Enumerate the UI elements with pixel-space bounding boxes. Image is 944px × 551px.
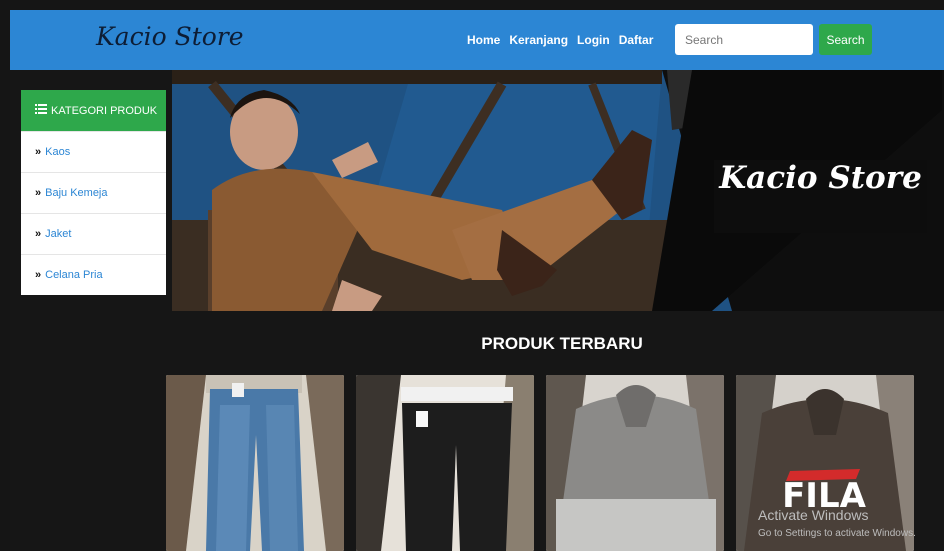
- list-icon: [35, 104, 47, 117]
- product-image-pants: [356, 375, 534, 551]
- navbar: Kacio Store Home Keranjang Login Daftar …: [10, 10, 944, 70]
- nav-keranjang[interactable]: Keranjang: [509, 33, 568, 47]
- product-card-fila-hoodie[interactable]: FILA: [736, 375, 914, 551]
- category-sidebar: KATEGORI PRODUK » Kaos » Baju Kemeja » J…: [21, 90, 166, 295]
- double-chevron-right-icon: »: [35, 187, 42, 199]
- product-image-fila-hoodie: FILA: [736, 375, 914, 551]
- product-card-jeans[interactable]: [166, 375, 344, 551]
- category-title: KATEGORI PRODUK: [51, 104, 158, 117]
- double-chevron-right-icon: »: [35, 228, 42, 240]
- search-input[interactable]: [675, 24, 813, 55]
- nav-menu: Home Keranjang Login Daftar: [467, 33, 653, 47]
- double-chevron-right-icon: »: [35, 146, 42, 158]
- nav-login[interactable]: Login: [577, 33, 610, 47]
- double-chevron-right-icon: »: [35, 269, 42, 281]
- category-label: Celana Pria: [45, 269, 103, 281]
- category-item-kaos[interactable]: » Kaos: [21, 131, 166, 172]
- nav-daftar[interactable]: Daftar: [619, 33, 654, 47]
- activate-windows-title: Activate Windows: [758, 507, 869, 523]
- section-title: PRODUK TERBARU: [481, 334, 643, 353]
- activate-windows-subtitle: Go to Settings to activate Windows.: [758, 528, 916, 539]
- search-button[interactable]: Search: [819, 24, 872, 55]
- product-image-hoodie-grey: [546, 375, 724, 551]
- product-card-hoodie-grey[interactable]: [546, 375, 724, 551]
- product-card-pants[interactable]: [356, 375, 534, 551]
- category-item-baju-kemeja[interactable]: » Baju Kemeja: [21, 172, 166, 213]
- category-header: KATEGORI PRODUK: [21, 90, 166, 131]
- product-image-jeans: [166, 375, 344, 551]
- category-label: Jaket: [45, 228, 72, 240]
- banner-title: Kacio Store: [714, 160, 927, 233]
- category-label: Kaos: [45, 146, 71, 158]
- brand-logo[interactable]: Kacio Store: [96, 22, 244, 51]
- category-label: Baju Kemeja: [45, 187, 108, 199]
- nav-home[interactable]: Home: [467, 33, 500, 47]
- category-item-jaket[interactable]: » Jaket: [21, 213, 166, 254]
- category-item-celana-pria[interactable]: » Celana Pria: [21, 254, 166, 295]
